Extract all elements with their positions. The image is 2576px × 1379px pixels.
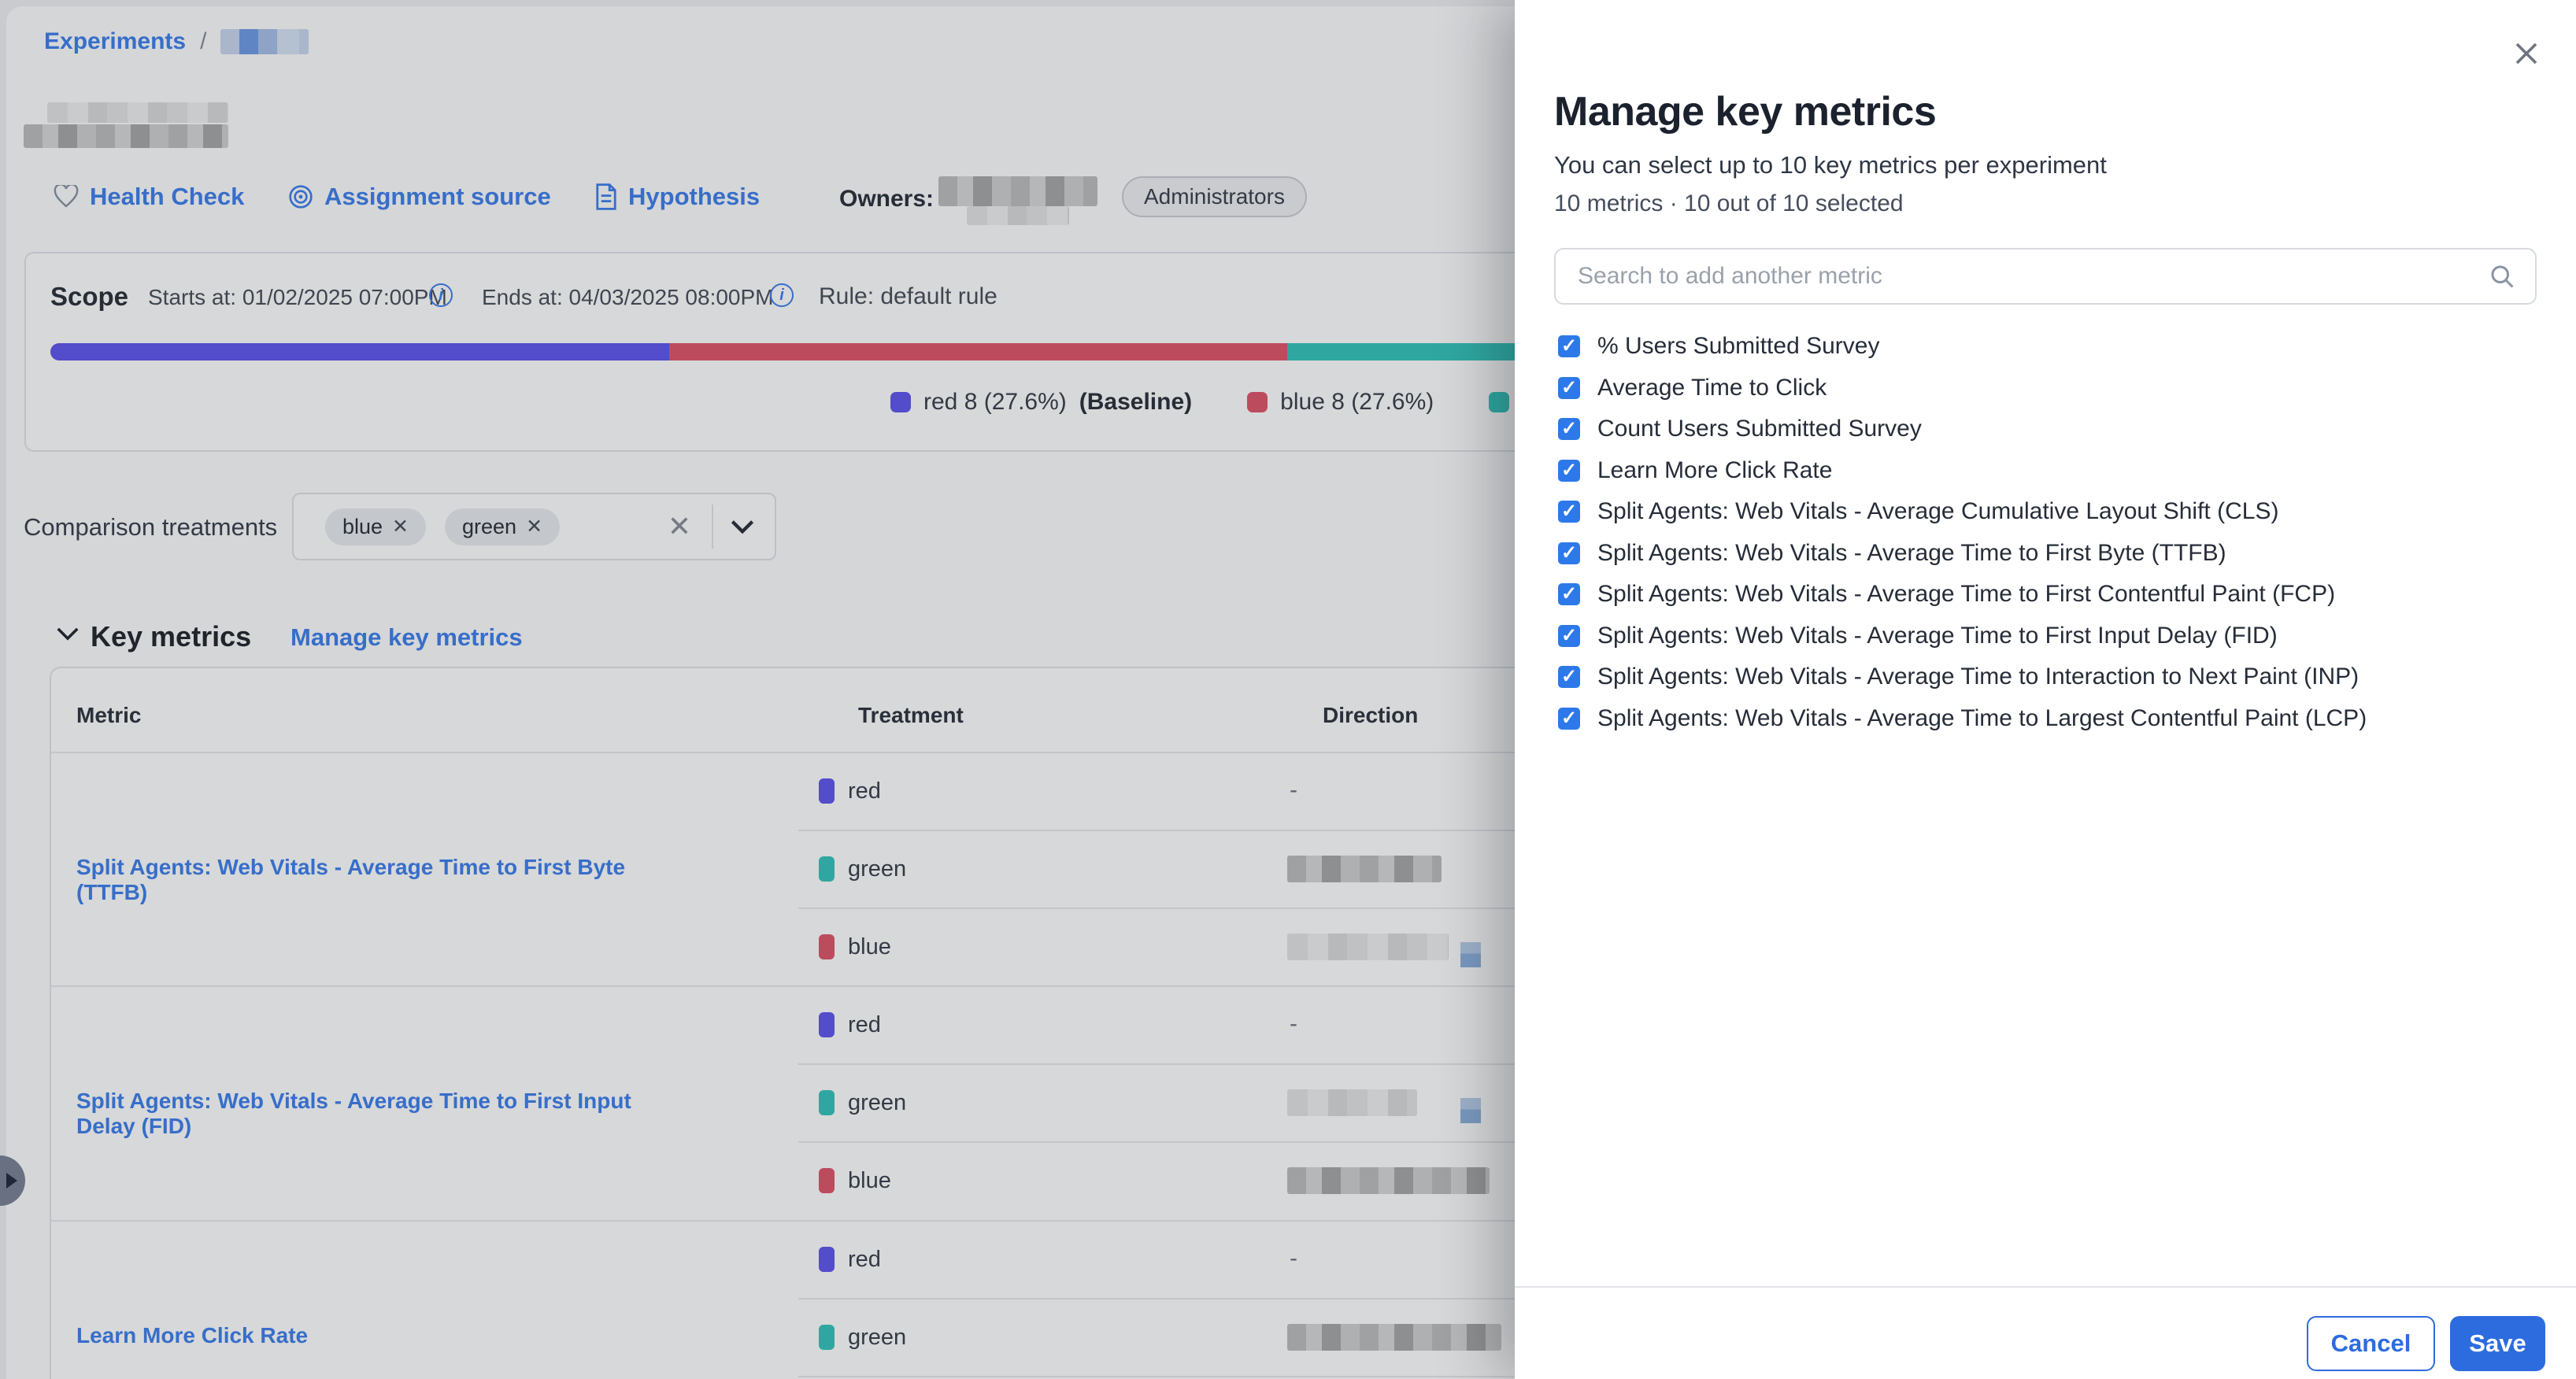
search-icon[interactable] — [2488, 262, 2516, 290]
checkbox-checked-icon[interactable]: ✓ — [1558, 501, 1580, 523]
cancel-button[interactable]: Cancel — [2307, 1316, 2435, 1371]
metric-checkbox-label: Split Agents: Web Vitals - Average Cumul… — [1597, 498, 2278, 525]
checkbox-checked-icon[interactable]: ✓ — [1558, 666, 1580, 688]
checkbox-checked-icon[interactable]: ✓ — [1558, 418, 1580, 440]
panel-subtitle: You can select up to 10 key metrics per … — [1554, 151, 2107, 179]
metric-checkbox-row[interactable]: ✓ Split Agents: Web Vitals - Average Time… — [1558, 656, 2359, 697]
metric-checkbox-label: Count Users Submitted Survey — [1597, 416, 1922, 442]
metric-checkbox-label: Split Agents: Web Vitals - Average Time … — [1597, 623, 2278, 649]
metric-checkbox-row[interactable]: ✓ Split Agents: Web Vitals - Average Time… — [1558, 698, 2367, 739]
checkbox-checked-icon[interactable]: ✓ — [1558, 542, 1580, 564]
metric-checkbox-row[interactable]: ✓ Count Users Submitted Survey — [1558, 409, 1922, 449]
panel-footer-divider — [1515, 1286, 2576, 1288]
metric-checkbox-label: Split Agents: Web Vitals - Average Time … — [1597, 705, 2367, 732]
checkbox-checked-icon[interactable]: ✓ — [1558, 377, 1580, 399]
panel-selected-count: 10 metrics · 10 out of 10 selected — [1554, 190, 1904, 217]
metric-checkbox-row[interactable]: ✓ Split Agents: Web Vitals - Average Time… — [1558, 616, 2278, 656]
panel-title: Manage key metrics — [1554, 88, 1936, 135]
metric-checkbox-label: Split Agents: Web Vitals - Average Time … — [1597, 540, 2226, 567]
checkbox-checked-icon[interactable]: ✓ — [1558, 460, 1580, 482]
checkbox-checked-icon[interactable]: ✓ — [1558, 708, 1580, 730]
checkbox-checked-icon[interactable]: ✓ — [1558, 625, 1580, 647]
metric-checkbox-row[interactable]: ✓ Split Agents: Web Vitals - Average Cumu… — [1558, 491, 2278, 532]
metric-checkbox-label: Learn More Click Rate — [1597, 457, 1832, 484]
checkbox-checked-icon[interactable]: ✓ — [1558, 335, 1580, 357]
metric-checkbox-row[interactable]: ✓ % Users Submitted Survey — [1558, 326, 1879, 367]
checkbox-checked-icon[interactable]: ✓ — [1558, 583, 1580, 605]
metric-checkbox-label: Split Agents: Web Vitals - Average Time … — [1597, 664, 2359, 690]
metric-checkbox-row[interactable]: ✓ Split Agents: Web Vitals - Average Time… — [1558, 533, 2226, 574]
metric-search-input[interactable] — [1554, 248, 2537, 305]
metric-checkbox-row[interactable]: ✓ Split Agents: Web Vitals - Average Time… — [1558, 574, 2335, 615]
close-icon[interactable] — [2512, 39, 2541, 68]
metric-checkbox-label: Split Agents: Web Vitals - Average Time … — [1597, 581, 2335, 608]
save-button[interactable]: Save — [2450, 1316, 2545, 1371]
metric-checkbox-row[interactable]: ✓ Learn More Click Rate — [1558, 450, 1832, 491]
metric-checkbox-label: Average Time to Click — [1597, 375, 1827, 401]
metric-checkbox-label: % Users Submitted Survey — [1597, 333, 1879, 360]
metric-checkbox-row[interactable]: ✓ Average Time to Click — [1558, 368, 1827, 409]
screen: Experiments / Health Check Assignment so… — [0, 0, 2576, 1379]
